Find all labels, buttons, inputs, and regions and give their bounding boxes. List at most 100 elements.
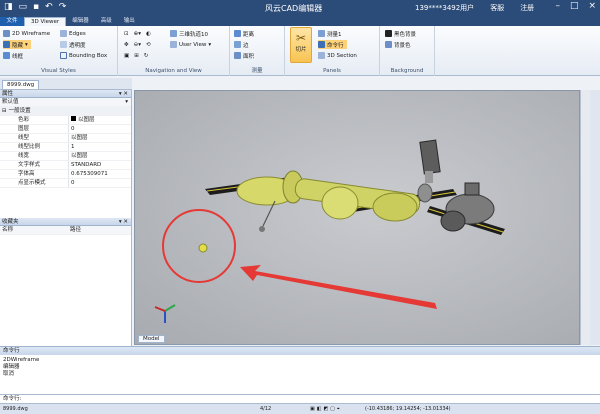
black-square-icon: [385, 30, 392, 37]
tab-advanced[interactable]: 高级: [95, 17, 118, 26]
section-icon: [318, 52, 325, 59]
axis-gizmo-icon: [154, 304, 176, 323]
property-row[interactable]: 文字样式 STANDARD: [0, 161, 131, 170]
measure-icon: [318, 30, 325, 37]
bounding-box-button[interactable]: Bounding Box: [60, 51, 107, 60]
nav-icons-row2: ✥ ⊖▾ ⟲: [124, 40, 151, 49]
tab-file[interactable]: 文件: [0, 17, 24, 26]
maximize-icon[interactable]: □: [570, 1, 579, 11]
fit-icon[interactable]: ⊞: [134, 53, 139, 59]
redo-icon[interactable]: ↷: [59, 2, 67, 12]
hidden-style-button[interactable]: 隐藏 ▾: [3, 40, 31, 49]
view-icon[interactable]: ▣: [124, 53, 129, 59]
vertical-scrollbar[interactable]: [580, 90, 590, 345]
status-bar: 8999.dwg 4/12 ▣◧◩▢⌖ (-10.43186; 19.14254…: [0, 404, 600, 414]
3d-viewport[interactable]: Model: [134, 90, 580, 345]
refresh-icon[interactable]: ↻: [144, 53, 149, 59]
log-line: 取消: [3, 371, 15, 377]
background-color-button[interactable]: 背景色: [385, 40, 411, 49]
properties-group[interactable]: ⊟ 一般设置: [0, 107, 131, 116]
title-bar: ◨ ▭ ▪ ↶ ↷ 风云CAD编辑器 139****3492用户 客服 注册 –…: [0, 0, 600, 17]
close-icon[interactable]: ▾ ✕: [119, 218, 128, 226]
log-line: 2DWireframe: [3, 357, 40, 363]
ribbon-tabs: 文件 3D Viewer 编辑器 高级 输出: [0, 17, 600, 26]
properties-header: 属性 ▾ ✕: [0, 90, 131, 98]
minimize-icon[interactable]: –: [555, 1, 560, 11]
account-bar: 139****3492用户 客服 注册: [415, 3, 534, 13]
document-tab[interactable]: 8999.dwg: [2, 80, 40, 89]
property-row[interactable]: 图层 0: [0, 125, 131, 134]
annotation-arrow: [240, 265, 437, 309]
slice-icon: ✂: [295, 31, 307, 45]
group-visual-styles: 2D Wireframe 隐藏 ▾ 线框 Edges 透明度 Bounding B…: [0, 26, 118, 76]
property-row[interactable]: 线宽 以图层: [0, 152, 131, 161]
3d-orbit-button[interactable]: 三维轨道10: [170, 29, 208, 38]
hidden-icon: [3, 41, 10, 48]
open-icon[interactable]: ▭: [19, 2, 28, 12]
col-path[interactable]: 路径: [68, 226, 81, 234]
user-name[interactable]: 139****3492用户: [415, 3, 474, 13]
close-icon[interactable]: ×: [588, 1, 596, 11]
measure1-button[interactable]: 测量1: [318, 29, 342, 38]
right-side-strip: [590, 90, 600, 345]
group-measure: 距离 边 面积 测量: [230, 26, 285, 76]
space-station-model: [205, 139, 505, 235]
property-row[interactable]: 点显示模式 0: [0, 179, 131, 188]
transparency-button[interactable]: 透明度: [60, 40, 86, 49]
property-row[interactable]: 字体高 0.675309071: [0, 170, 131, 179]
camera-icon[interactable]: ⊡: [124, 31, 129, 37]
small-object-marker[interactable]: [198, 243, 208, 253]
slice-button[interactable]: ✂ 切片: [290, 27, 312, 63]
area-icon: [234, 52, 241, 59]
undo-icon[interactable]: ↶: [45, 2, 53, 12]
command-prompt: 命令行:: [3, 396, 22, 402]
pan-icon[interactable]: ✥: [124, 42, 129, 48]
property-row[interactable]: 色彩 以图层: [0, 116, 131, 125]
pin-icon[interactable]: ▾ ✕: [119, 90, 128, 98]
edges-icon: [60, 30, 67, 37]
group-navigation: ⊡ ⊕▾ ◐ ✥ ⊖▾ ⟲ ▣ ⊞ ↻ 三维轨道10 User View ▾ Navigati…: [118, 26, 230, 76]
command-input[interactable]: 命令行:: [0, 394, 600, 404]
property-row[interactable]: 线型 以图层: [0, 134, 131, 143]
wireframe-button[interactable]: 线框: [3, 51, 23, 60]
model-canvas[interactable]: [135, 91, 581, 346]
save-icon[interactable]: ▪: [33, 2, 39, 12]
edge-button[interactable]: 边: [234, 40, 249, 49]
service-link[interactable]: 客服: [490, 3, 504, 13]
ruler-icon: [234, 30, 241, 37]
rotate-icon[interactable]: ⟲: [146, 42, 151, 48]
tab-editor[interactable]: 编辑器: [66, 17, 95, 26]
window-controls: – □ ×: [555, 1, 596, 11]
3d-section-button[interactable]: 3D Section: [318, 51, 357, 60]
properties-panel: 属性 ▾ ✕ 默认值 ▾ ⊟ 一般设置 色彩 以图层 图层 0 线型 以图层 线型比例…: [0, 90, 132, 218]
status-tool-icons[interactable]: ▣◧◩▢⌖: [310, 404, 342, 414]
log-line: 编辑器: [3, 364, 20, 370]
model-tab[interactable]: Model: [138, 335, 165, 343]
view-cube-icon: [170, 41, 177, 48]
properties-selector[interactable]: 默认值 ▾: [0, 98, 131, 107]
command-line-button[interactable]: 命令行: [318, 40, 347, 49]
col-name[interactable]: 名称: [0, 226, 68, 234]
line-icon: [3, 52, 10, 59]
group-title: Visual Styles: [41, 68, 76, 74]
property-row[interactable]: 线型比例 1: [0, 143, 131, 152]
group-title: Navigation and View: [145, 68, 202, 74]
edges-button[interactable]: Edges: [60, 29, 86, 38]
window-title: 风云CAD编辑器: [265, 4, 323, 13]
2d-wireframe-button[interactable]: 2D Wireframe: [3, 29, 50, 38]
zoom-window-icon[interactable]: ⊖▾: [134, 42, 141, 48]
terminal-icon: [318, 41, 325, 48]
edge-icon: [234, 41, 241, 48]
favorites-header: 收藏夹 ▾ ✕: [0, 218, 131, 226]
group-panels: ✂ 切片 测量1 命令行 3D Section Panels: [285, 26, 380, 76]
area-button[interactable]: 面积: [234, 51, 254, 60]
register-link[interactable]: 注册: [520, 3, 534, 13]
tab-output[interactable]: 输出: [118, 17, 141, 26]
orbit-icon[interactable]: ◐: [146, 31, 151, 37]
user-view-select[interactable]: User View ▾: [170, 40, 211, 49]
distance-button[interactable]: 距离: [234, 29, 254, 38]
favorites-panel: 收藏夹 ▾ ✕ 名称 路径: [0, 218, 132, 346]
zoom-icon[interactable]: ⊕▾: [134, 31, 141, 37]
black-background-button[interactable]: 黑色背景: [385, 29, 416, 38]
tab-3d-viewer[interactable]: 3D Viewer: [24, 17, 67, 26]
